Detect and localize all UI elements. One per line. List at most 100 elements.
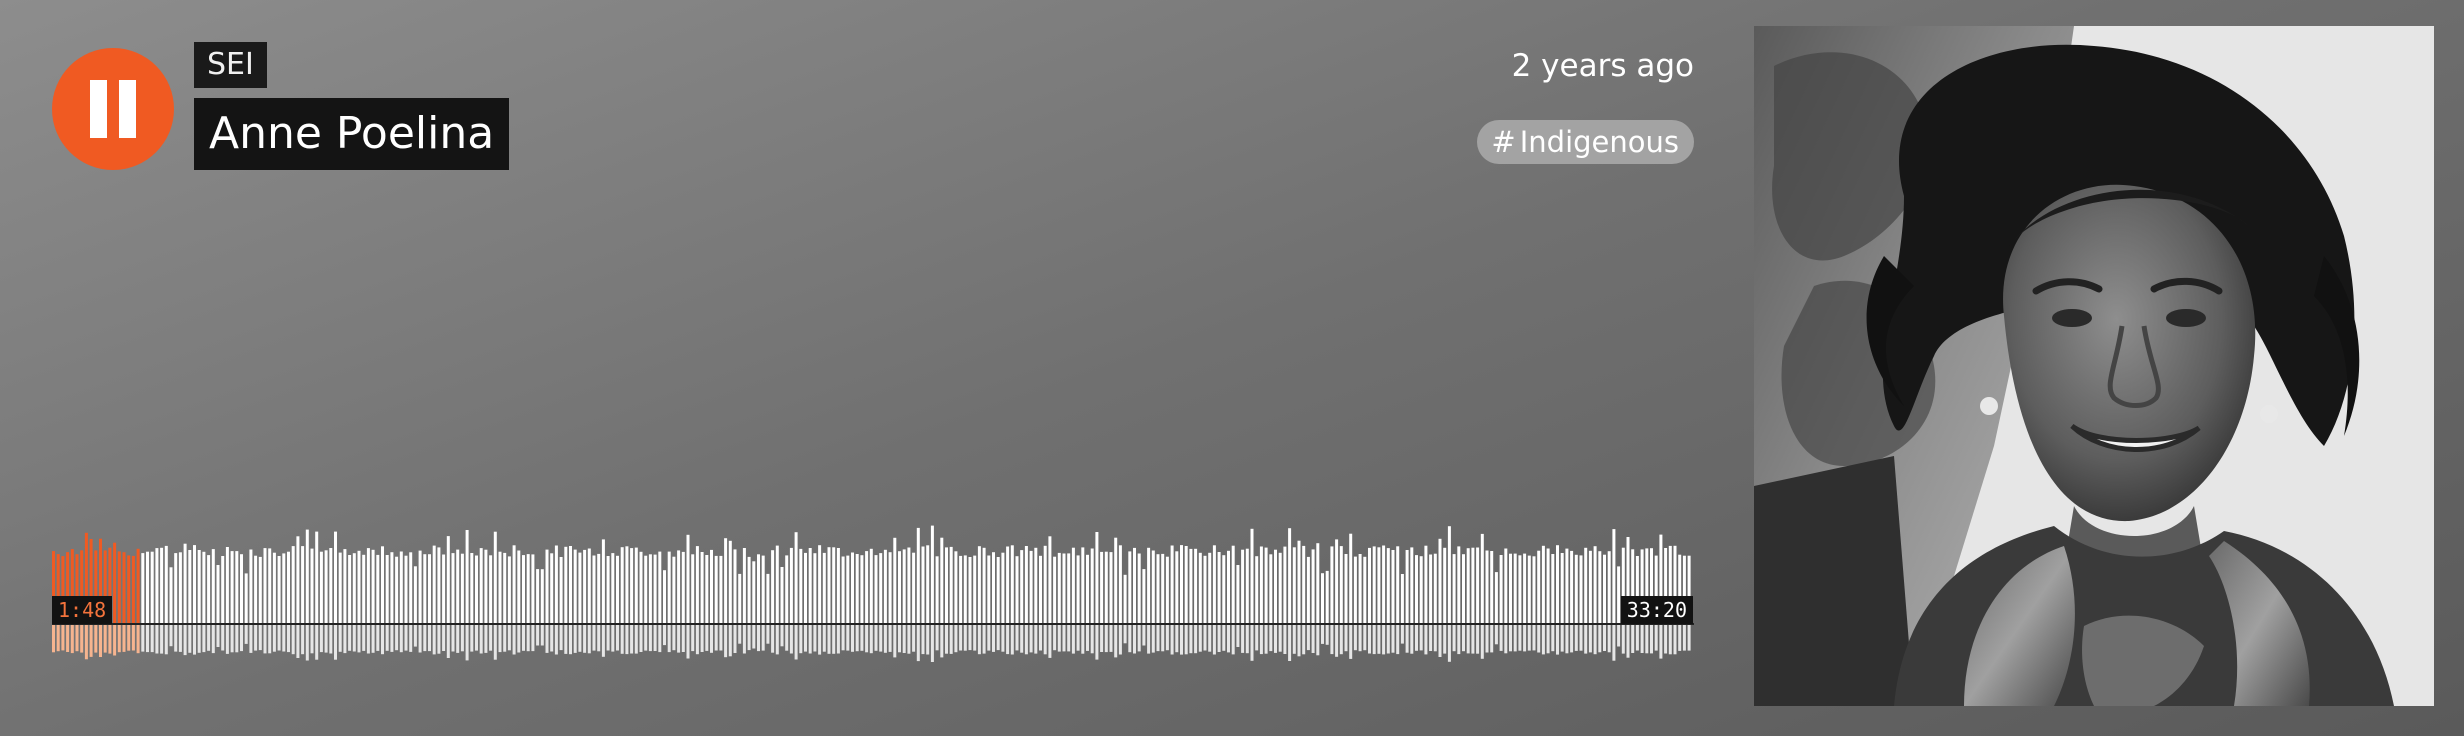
waveform-bar-reflection — [61, 625, 65, 651]
waveform-bar — [569, 546, 572, 623]
waveform-bar-reflection — [1447, 625, 1451, 662]
waveform-bar — [1278, 552, 1282, 623]
waveform-bar-reflection — [601, 625, 605, 657]
waveform-bar — [1410, 547, 1414, 623]
waveform-bar-reflection — [1664, 625, 1668, 654]
waveform-bar-reflection — [1386, 625, 1390, 654]
waveform-bar — [1067, 553, 1071, 623]
waveform-bar-reflection — [587, 625, 591, 654]
waveform-bar — [1560, 553, 1564, 623]
waveform-bar-reflection — [714, 625, 718, 651]
artwork-portrait-image — [1754, 26, 2434, 706]
waveform-bar-reflection — [799, 625, 803, 654]
waveform-bar-reflection — [564, 625, 568, 654]
waveform-bar — [1076, 555, 1080, 623]
waveform-baseline — [52, 623, 1694, 625]
waveform-bar — [846, 555, 850, 623]
track-artwork[interactable] — [1754, 26, 2434, 706]
waveform-bar — [794, 532, 798, 623]
waveform-bar — [1020, 550, 1024, 623]
waveform-bar-reflection — [954, 625, 958, 653]
waveform-bar-reflection — [465, 625, 469, 661]
waveform-bar — [1147, 547, 1151, 623]
waveform-bar — [366, 548, 370, 623]
waveform-bar-reflection — [1466, 625, 1470, 654]
waveform-bar — [1259, 546, 1263, 623]
waveform-bar — [583, 549, 587, 623]
waveform-bar — [930, 525, 934, 623]
track-title-link[interactable]: Anne Poelina — [194, 98, 510, 170]
waveform-bar — [1212, 545, 1216, 623]
waveform-bar — [747, 556, 751, 623]
waveform-bar-reflection — [1053, 625, 1057, 651]
waveform-bar — [1137, 553, 1141, 623]
pause-button[interactable] — [52, 48, 174, 170]
waveform-bar-reflection — [1302, 625, 1306, 655]
waveform-bar — [888, 552, 892, 623]
waveform-bar-reflection — [700, 625, 704, 652]
waveform-bar-reflection — [1189, 625, 1193, 654]
waveform-bar — [1344, 554, 1348, 623]
waveform-seekbar[interactable] — [52, 508, 1694, 688]
waveform-bar-reflection — [902, 625, 906, 653]
waveform-bar — [592, 555, 596, 623]
waveform-bar-reflection — [235, 625, 239, 653]
waveform-bar — [1095, 532, 1099, 623]
waveform-bar-reflection — [301, 625, 305, 655]
waveform-bar-reflection — [1363, 625, 1367, 651]
waveform-bar-reflection — [592, 625, 596, 651]
waveform-bar — [1368, 547, 1371, 623]
waveform-bar-reflection — [1645, 625, 1649, 654]
waveform-bar-reflection — [1509, 625, 1512, 652]
waveform-bar — [1123, 574, 1127, 623]
waveform-bar-reflection — [1668, 625, 1672, 655]
waveform-bar-reflection — [625, 625, 629, 655]
waveform-bar-reflection — [1133, 625, 1136, 654]
waveform-bar-reflection — [1274, 625, 1277, 653]
waveform-bar-reflection — [1330, 625, 1334, 655]
artist-name-link[interactable]: SEI — [194, 42, 267, 88]
waveform-bar — [663, 570, 666, 623]
waveform-bar-reflection — [503, 625, 507, 652]
waveform-bar — [672, 556, 676, 623]
waveform-bar-reflection — [1631, 625, 1635, 653]
waveform-bar — [1222, 555, 1226, 623]
waveform-bar — [1161, 553, 1165, 623]
waveform-bar — [540, 569, 544, 623]
waveform-bar — [695, 546, 699, 623]
waveform-bar — [757, 554, 760, 623]
waveform-bar-reflection — [1241, 625, 1245, 653]
waveform-bar — [1584, 547, 1588, 623]
waveform-bar — [1499, 555, 1503, 623]
waveform-bar-reflection — [451, 625, 455, 652]
waveform-bar-reflection — [1574, 625, 1578, 651]
waveform-bar-reflection — [1015, 625, 1019, 651]
genre-tag-link[interactable]: # Indigenous — [1477, 120, 1694, 164]
waveform-bar — [1151, 550, 1155, 623]
waveform-bar-reflection — [1626, 625, 1630, 658]
waveform-bar — [893, 537, 897, 623]
waveform-bar-reflection — [1551, 625, 1555, 652]
waveform-bar-reflection — [1147, 625, 1151, 654]
waveform-bar-reflection — [1541, 625, 1545, 655]
waveform-bar-reflection — [935, 625, 939, 651]
waveform-bar — [1288, 528, 1292, 623]
waveform-bar-reflection — [1203, 625, 1207, 651]
waveform-bar-reflection — [893, 625, 897, 658]
waveform-bar — [1292, 547, 1296, 623]
waveform-bar — [1128, 551, 1132, 623]
waveform-bar — [319, 551, 323, 623]
waveform-bar — [404, 555, 408, 623]
waveform-bar — [1311, 549, 1315, 623]
waveform-bar-reflection — [757, 625, 760, 652]
waveform-bar-reflection — [522, 625, 525, 651]
waveform-bar-reflection — [334, 625, 337, 660]
waveform-bar — [1574, 554, 1578, 623]
waveform-bar-reflection — [1161, 625, 1165, 652]
waveform-bar-reflection — [315, 625, 319, 660]
waveform-bar-reflection — [517, 625, 521, 653]
waveform-bar-reflection — [1175, 625, 1179, 653]
waveform-bar — [1537, 550, 1541, 623]
waveform-bar — [1241, 549, 1245, 623]
waveform-bar — [813, 553, 817, 623]
